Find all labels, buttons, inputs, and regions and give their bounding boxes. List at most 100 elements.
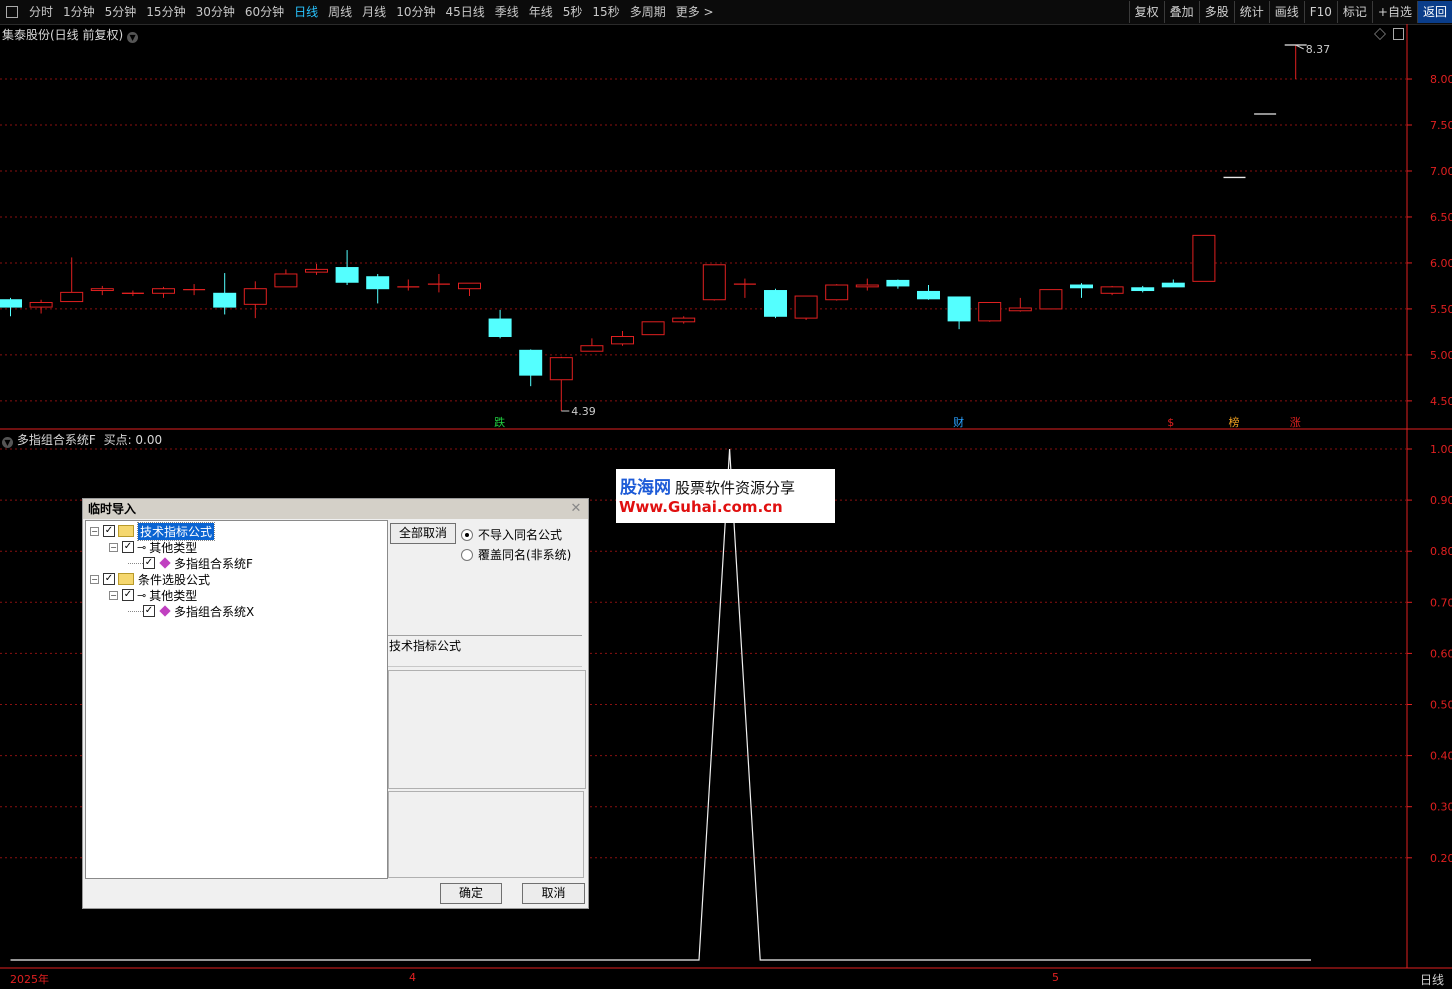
indicator-tick-label: 0.60: [1430, 647, 1452, 660]
price-tick-label: 5.00: [1430, 349, 1452, 362]
candle-body: [672, 317, 696, 323]
radio-dot[interactable]: [461, 548, 473, 561]
checkbox[interactable]: ✓: [143, 557, 155, 569]
x-axis-label-year: 2025年: [10, 973, 49, 986]
tree-node[interactable]: ✓ 多指组合系统F: [128, 555, 253, 571]
candle-body: [978, 301, 1002, 322]
price-tick-label: 8.00: [1430, 73, 1452, 86]
candle-body: [825, 284, 849, 301]
candle-body: [549, 357, 573, 381]
watermark-url: Www.Guhai.com.cn: [619, 498, 783, 516]
tree-node-label: 条件选股公式: [138, 572, 211, 587]
candle-body: [580, 345, 604, 352]
candle-body: [917, 290, 940, 300]
candle-body: [702, 264, 726, 301]
tree-connector: [128, 555, 143, 564]
candle-body: [488, 318, 512, 338]
candle-body: [0, 299, 22, 308]
period-indicator[interactable]: 日线: [1420, 971, 1444, 988]
formula-tree: − ✓ 技术指标公式 − ✓ ⊸ 其他类型 ✓ 多指组合系统F − ✓ 条件选股公式 − ✓ ⊸ 其他类型 ✓ 多…: [85, 520, 388, 879]
checkbox[interactable]: ✓: [122, 589, 134, 601]
event-marker: 涨: [1290, 416, 1301, 429]
dialog-title: 临时导入: [88, 502, 137, 516]
price-tick-label: 6.00: [1430, 257, 1452, 270]
collapse-icon[interactable]: −: [109, 590, 118, 600]
dialog-titlebar[interactable]: 临时导入 ✕: [83, 499, 588, 519]
price-tick-label: 5.50: [1430, 303, 1452, 316]
candle-body: [335, 267, 359, 283]
candle-body: [152, 288, 175, 294]
candle-body: [1192, 234, 1216, 282]
event-marker: 榜: [1229, 415, 1240, 429]
candle-body: [305, 268, 328, 273]
tree-node[interactable]: − ✓ 技术指标公式: [90, 521, 216, 541]
indicator-tick-label: 0.80: [1430, 545, 1452, 558]
candle-body: [458, 282, 481, 290]
candle-body: [611, 336, 634, 345]
candle-body: [855, 284, 879, 288]
tree-node-label: 其他类型: [149, 588, 198, 603]
collapse-icon[interactable]: −: [90, 526, 99, 536]
watermark-site: 股海网: [620, 478, 671, 498]
detail-box: [388, 791, 584, 878]
collapse-icon[interactable]: −: [109, 542, 118, 552]
description-box: [388, 670, 586, 789]
radio-dot-selected[interactable]: [461, 528, 473, 541]
indicator-tick-label: 0.50: [1430, 699, 1452, 712]
indicator-tick-label: 0.70: [1430, 596, 1452, 609]
candle-body: [366, 276, 390, 290]
low-label: 4.39: [571, 405, 596, 418]
candle-body: [213, 292, 237, 308]
collapse-icon[interactable]: −: [90, 574, 99, 584]
candle-body: [1070, 284, 1093, 289]
price-tick-label: 4.50: [1430, 395, 1452, 408]
tree-node[interactable]: − ✓ 条件选股公式: [90, 571, 210, 587]
high-label: 8.37: [1306, 43, 1331, 56]
cancel-button[interactable]: 取消: [522, 883, 585, 904]
tree-node[interactable]: − ✓ ⊸ 其他类型: [109, 539, 197, 555]
candle-body: [243, 288, 267, 305]
watermark-logo: 股海网 股票软件资源分享 Www.Guhai.com.cn: [616, 469, 835, 523]
candle-body: [1131, 287, 1155, 292]
folder-icon: [118, 573, 134, 585]
candle-body: [90, 288, 114, 292]
key-icon: ⊸: [137, 588, 147, 602]
radio-overwrite[interactable]: 覆盖同名(非系统): [461, 546, 571, 563]
divider: [388, 652, 582, 667]
checkbox[interactable]: ✓: [122, 541, 134, 553]
checkbox[interactable]: ✓: [103, 573, 115, 585]
radio-no-import[interactable]: 不导入同名公式: [461, 526, 562, 543]
indicator-tick-label: 1.00: [1430, 443, 1452, 456]
cancel-all-button[interactable]: 全部取消: [390, 523, 456, 544]
candle-body: [1100, 286, 1124, 294]
event-marker: 跌: [494, 415, 505, 429]
close-icon[interactable]: ✕: [569, 499, 583, 519]
indicator-tick-label: 0.20: [1430, 852, 1452, 865]
ok-button[interactable]: 确定: [440, 883, 502, 904]
candle-body: [1039, 289, 1063, 310]
tree-node[interactable]: − ✓ ⊸ 其他类型: [109, 587, 197, 603]
price-tick-label: 7.00: [1430, 165, 1452, 178]
radio-no-import-label: 不导入同名公式: [478, 528, 563, 542]
tree-node[interactable]: ✓ 多指组合系统X: [128, 603, 254, 619]
tree-connector: [128, 603, 143, 612]
candle-body: [1161, 282, 1185, 288]
x-axis-label-month: 4: [409, 971, 416, 984]
indicator-tick-label: 0.30: [1430, 801, 1452, 814]
candle-body: [274, 273, 298, 288]
candle-body: [1008, 307, 1032, 312]
checkbox[interactable]: ✓: [103, 525, 115, 537]
tree-node-label: 其他类型: [149, 540, 198, 555]
price-tick-label: 7.50: [1430, 119, 1452, 132]
key-icon: ⊸: [137, 540, 147, 554]
candle-body: [886, 279, 910, 287]
x-axis-label-month: 5: [1052, 971, 1059, 984]
formula-icon: [159, 557, 171, 569]
tree-node-label: 多指组合系统X: [174, 604, 255, 619]
event-marker: $: [1167, 416, 1174, 429]
watermark-tagline: 股票软件资源分享: [675, 479, 796, 497]
folder-icon: [118, 525, 134, 537]
formula-icon: [159, 605, 171, 617]
price-tick-label: 6.50: [1430, 211, 1452, 224]
checkbox[interactable]: ✓: [143, 605, 155, 617]
